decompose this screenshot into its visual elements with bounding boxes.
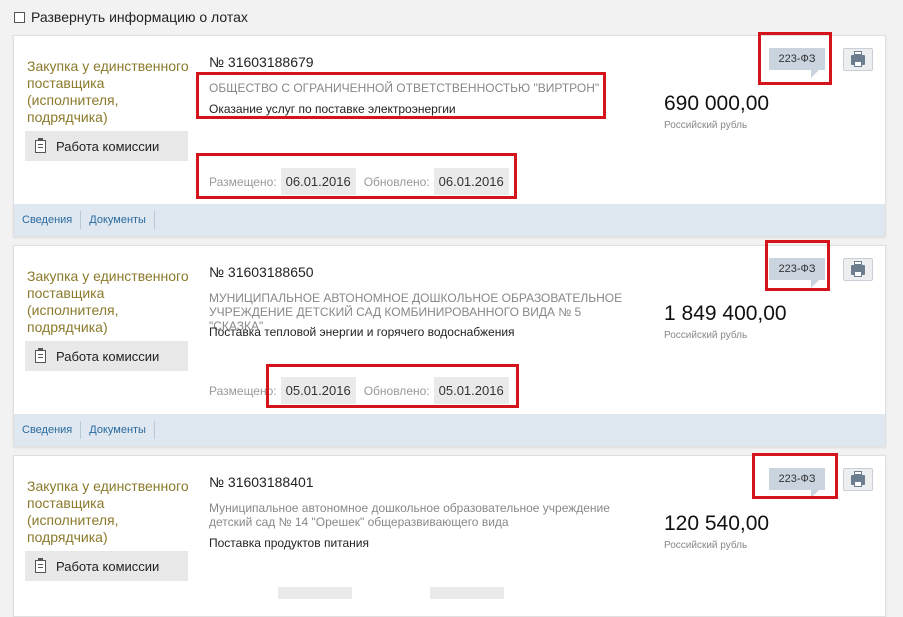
purchase-price: 1 849 400,00 [664, 302, 787, 325]
updated-label: Обновлено: [363, 174, 430, 189]
updated-date: 06.01.2016 [433, 168, 509, 195]
tab-documents[interactable]: Документы [81, 211, 155, 229]
print-button[interactable] [843, 48, 873, 71]
clipboard-icon [35, 557, 46, 573]
purchase-subject: Поставка тепловой энергии и горячего вод… [209, 325, 515, 339]
updated-date: 05.01.2016 [433, 377, 509, 404]
expand-lots-label: Развернуть информацию о лотах [31, 9, 248, 25]
clipboard-icon [35, 347, 46, 363]
printer-icon [851, 260, 865, 277]
posted-date: 05.01.2016 [280, 377, 356, 404]
printer-icon [851, 50, 865, 67]
commission-button[interactable]: Работа комиссии [25, 131, 188, 161]
dates-row: Размещено: 06.01.2016 Обновлено: 06.01.2… [209, 168, 517, 195]
law-badge: 223-ФЗ [769, 468, 825, 498]
purchase-type[interactable]: Закупка у единственного поставщика (испо… [27, 478, 197, 546]
commission-button[interactable]: Работа комиссии [25, 551, 188, 581]
posted-label: Размещено: [209, 383, 277, 398]
purchase-subject: Оказание услуг по поставке электроэнерги… [209, 102, 456, 116]
purchase-number[interactable]: № 31603188650 [209, 264, 314, 280]
tab-details[interactable]: Сведения [14, 421, 82, 439]
print-button[interactable] [843, 468, 873, 491]
purchase-price: 690 000,00 [664, 92, 770, 115]
expand-lots-toggle[interactable]: Развернуть информацию о лотах [14, 8, 248, 26]
price-currency: Российский рубль [664, 330, 748, 341]
updated-label: Обновлено: [363, 383, 430, 398]
commission-button[interactable]: Работа комиссии [25, 341, 188, 371]
dates-row: Размещено: 05.01.2016 Обновлено: 05.01.2… [209, 377, 517, 404]
print-button[interactable] [843, 258, 873, 281]
purchase-subject: Поставка продуктов питания [209, 536, 370, 550]
price-currency: Российский рубль [664, 120, 748, 131]
posted-date-cut [278, 587, 352, 599]
clipboard-icon [35, 137, 46, 153]
purchase-type[interactable]: Закупка у единственного поставщика (испо… [27, 58, 197, 126]
purchase-price: 120 540,00 [664, 512, 770, 535]
tab-details[interactable]: Сведения [14, 211, 82, 229]
commission-label: Работа комиссии [56, 558, 160, 574]
price-currency: Российский рубль [664, 540, 748, 551]
purchase-card: Закупка у единственного поставщика (испо… [13, 35, 886, 237]
card-tabs: Сведения Документы [14, 204, 885, 236]
purchase-card: Закупка у единственного поставщика (испо… [13, 455, 886, 617]
purchase-number[interactable]: № 31603188401 [209, 474, 314, 490]
purchase-number[interactable]: № 31603188679 [209, 54, 314, 70]
purchase-card: Закупка у единственного поставщика (испо… [13, 245, 886, 447]
expand-lots-checkbox[interactable] [14, 11, 25, 23]
card-tabs: Сведения Документы [14, 414, 885, 446]
updated-date-cut [430, 587, 504, 599]
posted-label: Размещено: [209, 174, 277, 189]
law-badge: 223-ФЗ [769, 48, 825, 78]
commission-label: Работа комиссии [56, 138, 160, 154]
commission-label: Работа комиссии [56, 348, 160, 364]
tab-documents[interactable]: Документы [81, 421, 155, 439]
posted-date: 06.01.2016 [280, 168, 356, 195]
customer-name[interactable]: Муниципальное автономное дошкольное обра… [209, 501, 629, 529]
purchase-type[interactable]: Закупка у единственного поставщика (испо… [27, 268, 197, 336]
printer-icon [851, 470, 865, 487]
law-badge: 223-ФЗ [769, 258, 825, 288]
customer-name[interactable]: ОБЩЕСТВО С ОГРАНИЧЕННОЙ ОТВЕТСТВЕННОСТЬЮ… [209, 81, 629, 95]
